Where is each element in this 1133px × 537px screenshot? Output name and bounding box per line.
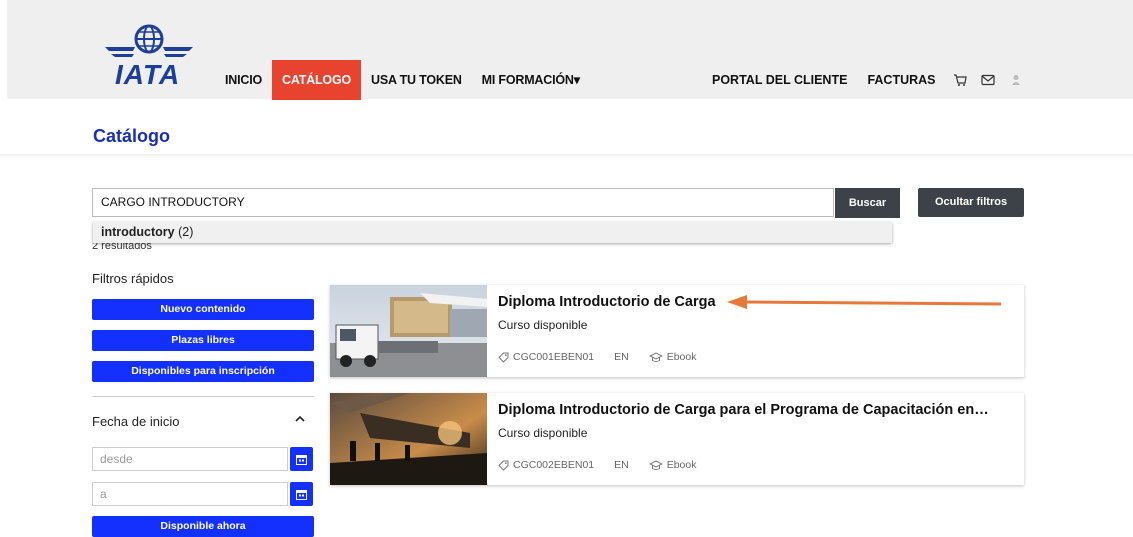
- course-format: Ebook: [666, 351, 697, 363]
- suggestion-term: introductory: [101, 225, 175, 239]
- course-code: CGC001EBEN01: [513, 351, 595, 363]
- date-to-field[interactable]: a: [92, 482, 288, 506]
- available-now-button[interactable]: Disponible ahora: [92, 516, 314, 537]
- filter-new-content-button[interactable]: Nuevo contenido: [92, 299, 314, 320]
- annotation-arrow: [727, 295, 1002, 309]
- course-meta: CGC002EBEN01 EN Ebook: [498, 459, 697, 471]
- right-nav: PORTAL DEL CLIENTE FACTURAS: [702, 60, 1030, 100]
- course-format: Ebook: [666, 459, 697, 471]
- nav-catalogo[interactable]: CATÁLOGO: [272, 60, 361, 100]
- course-language: EN: [614, 459, 629, 471]
- course-code: CGC002EBEN01: [513, 459, 595, 471]
- logo-text: IATA: [115, 59, 181, 90]
- title-divider: [0, 154, 1133, 160]
- search-input[interactable]: CARGO INTRODUCTORY: [92, 188, 834, 217]
- search-button[interactable]: Buscar: [835, 188, 900, 218]
- suggestion-count: (2): [174, 225, 194, 239]
- search-suggestion[interactable]: introductory (2): [93, 222, 892, 243]
- course-status: Curso disponible: [498, 318, 588, 332]
- mail-icon[interactable]: [974, 60, 1002, 100]
- date-from-field[interactable]: desde: [92, 447, 288, 471]
- nav-usa-tu-token[interactable]: USA TU TOKEN: [361, 60, 472, 100]
- course-title[interactable]: Diploma Introductorio de Carga para el P…: [498, 402, 989, 418]
- nav-portal-del-cliente[interactable]: PORTAL DEL CLIENTE: [702, 60, 857, 100]
- calendar-from-icon[interactable]: [290, 447, 313, 471]
- calendar-to-icon[interactable]: [290, 482, 313, 506]
- course-meta: CGC001EBEN01 EN Ebook: [498, 351, 697, 363]
- main-nav: INICIO CATÁLOGO USA TU TOKEN MI FORMACIÓ…: [215, 60, 590, 100]
- nav-facturas[interactable]: FACTURAS: [857, 60, 945, 100]
- filters-divider: [92, 396, 314, 397]
- graduation-cap-icon: [648, 351, 663, 362]
- top-header: IATA INICIO CATÁLOGO USA TU TOKEN MI FOR…: [7, 0, 1133, 100]
- cart-icon[interactable]: [946, 60, 974, 100]
- filter-available-enrollment-button[interactable]: Disponibles para inscripción: [92, 361, 314, 382]
- nav-inicio[interactable]: INICIO: [215, 60, 272, 100]
- chevron-up-icon[interactable]: [293, 412, 307, 426]
- result-card[interactable]: Diploma Introductorio de Carga para el P…: [330, 393, 1024, 485]
- filter-free-seats-button[interactable]: Plazas libres: [92, 330, 314, 351]
- globe-wings-icon: [105, 24, 193, 57]
- graduation-cap-icon: [648, 459, 663, 470]
- course-thumbnail: [330, 393, 487, 485]
- page-title: Catálogo: [93, 126, 171, 146]
- iata-logo[interactable]: IATA: [103, 23, 195, 90]
- quick-filters-label: Filtros rápidos: [92, 271, 174, 286]
- hide-filters-button[interactable]: Ocultar filtros: [918, 188, 1024, 217]
- tag-icon: [498, 460, 509, 471]
- course-thumbnail: [330, 285, 487, 377]
- user-icon[interactable]: [1002, 60, 1030, 100]
- start-date-label: Fecha de inicio: [92, 414, 180, 429]
- course-status: Curso disponible: [498, 426, 588, 440]
- course-language: EN: [614, 351, 629, 363]
- course-title[interactable]: Diploma Introductorio de Carga: [498, 294, 716, 310]
- nav-mi-formacion[interactable]: MI FORMACIÓN▾: [472, 60, 590, 100]
- tag-icon: [498, 352, 509, 363]
